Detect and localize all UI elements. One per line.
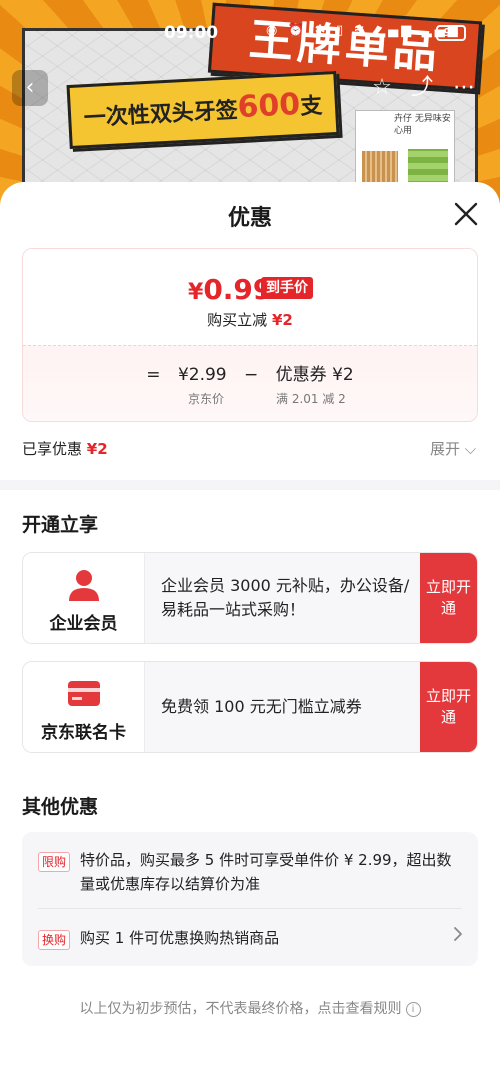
card-icon <box>68 681 100 706</box>
enjoyed-label: 已享优惠 <box>22 440 83 458</box>
info-icon: i <box>405 1001 421 1017</box>
share-button[interactable]: ⤴ <box>404 70 440 106</box>
final-price-currency: ¥ <box>188 280 204 305</box>
final-price: ¥0.99 <box>188 273 272 306</box>
open-now-button[interactable]: 立即开通 <box>420 662 477 752</box>
limit-tag: 限购 <box>38 852 71 872</box>
offer-name: 京东联名卡 <box>41 723 126 743</box>
other-offers-list: 限购 特价品，购买最多 5 件时可享受单件价 ¥ 2.99，超出数量或优惠库存以… <box>22 832 478 966</box>
exchange-offer-text: 购买 1 件可优惠换购热销商品 <box>80 929 280 947</box>
offer-description: 免费领 100 元无门槛立减券 <box>161 697 362 716</box>
offer-card-enterprise: 企业会员 企业会员 3000 元补贴，办公设备/易耗品一站式采购！ 立即开通 <box>22 552 478 644</box>
sheet-title: 优惠 <box>227 206 272 231</box>
more-icon: ⋯ <box>453 75 475 100</box>
coupon-amount: 优惠券 ¥2 <box>275 365 354 385</box>
promo-headline-suffix: 支 <box>299 93 323 120</box>
chevron-right-icon <box>454 927 462 941</box>
offer-left: 企业会员 <box>23 553 145 643</box>
reduce-amount: ¥2 <box>271 311 293 329</box>
price-formula: = ¥2.99 − 优惠券 ¥2 <box>23 360 477 385</box>
star-icon: ☆ <box>372 75 392 100</box>
offer-left: 京东联名卡 <box>23 662 145 752</box>
open-section-title: 开通立享 <box>22 514 99 536</box>
open-now-button[interactable]: 立即开通 <box>420 553 477 643</box>
limit-offer-text: 特价品，购买最多 5 件时可享受单件价 ¥ 2.99，超出数量或优惠库存以结算价… <box>80 851 452 893</box>
close-button[interactable] <box>450 198 482 230</box>
share-icon: ⤴ <box>410 75 433 100</box>
jd-price-label: 京东价 <box>188 392 225 406</box>
promo-headline-num: 600 <box>236 86 302 126</box>
close-icon <box>454 202 478 226</box>
status-icons: ◉ ⏰ ✱ ▯ ≋ ▂▄▆ ▂▄▆ <box>266 23 461 38</box>
favorite-button[interactable]: ☆ <box>364 70 400 106</box>
back-icon: ‹ <box>25 75 35 100</box>
enjoyed-discount: 已享优惠 ¥2 <box>22 438 108 459</box>
person-icon <box>69 570 99 601</box>
more-button[interactable]: ⋯ <box>446 70 482 106</box>
section-divider <box>0 480 500 490</box>
footer-note[interactable]: 以上仅为初步预估，不代表最终价格，点击查看规则 i <box>0 998 500 1018</box>
expand-toggle[interactable]: 展开 ⌵ <box>430 438 476 459</box>
offer-description: 企业会员 3000 元补贴，办公设备/易耗品一站式采购！ <box>161 576 410 619</box>
back-button[interactable]: ‹ <box>12 70 48 106</box>
formula-equals: = <box>146 365 161 385</box>
price-card: ¥0.99 到手价 购买立减 ¥2 = ¥2.99 − 优惠券 ¥2 京东价 满… <box>22 248 478 422</box>
price-breakdown: = ¥2.99 − 优惠券 ¥2 京东价 满 2.01 减 2 <box>23 345 477 421</box>
status-bar: 09:00 ◉ ⏰ ✱ ▯ ≋ ▂▄▆ ▂▄▆ 93 <box>0 20 500 48</box>
list-divider <box>38 908 462 909</box>
discount-sheet: 优惠 ¥0.99 到手价 购买立减 ¥2 = ¥2.99 − 优惠券 ¥2 京东… <box>0 182 500 1085</box>
offer-name: 企业会员 <box>49 614 118 634</box>
promo-headline-prefix: 一次性双头牙签 <box>83 98 239 132</box>
exchange-tag: 换购 <box>38 930 71 950</box>
final-price-badge: 到手价 <box>261 277 313 299</box>
battery-icon: 93 <box>436 25 466 41</box>
status-time: 09:00 <box>164 23 219 43</box>
offer-card-cobrand: 京东联名卡 免费领 100 元无门槛立减券 立即开通 <box>22 661 478 753</box>
instant-reduction: 购买立减 ¥2 <box>23 309 477 330</box>
reduce-label: 购买立减 <box>207 311 268 329</box>
price-summary: ¥0.99 到手价 购买立减 ¥2 <box>23 249 477 345</box>
jd-price: ¥2.99 <box>177 365 227 385</box>
footer-note-text: 以上仅为初步预估，不代表最终价格，点击查看规则 <box>79 1001 402 1017</box>
formula-minus: − <box>244 365 259 385</box>
other-section-title: 其他优惠 <box>22 796 99 818</box>
product-caption: 卉仔 无异味安心用 <box>394 114 451 136</box>
coupon-rule: 满 2.01 减 2 <box>276 392 346 406</box>
enjoyed-amount: ¥2 <box>86 440 108 458</box>
